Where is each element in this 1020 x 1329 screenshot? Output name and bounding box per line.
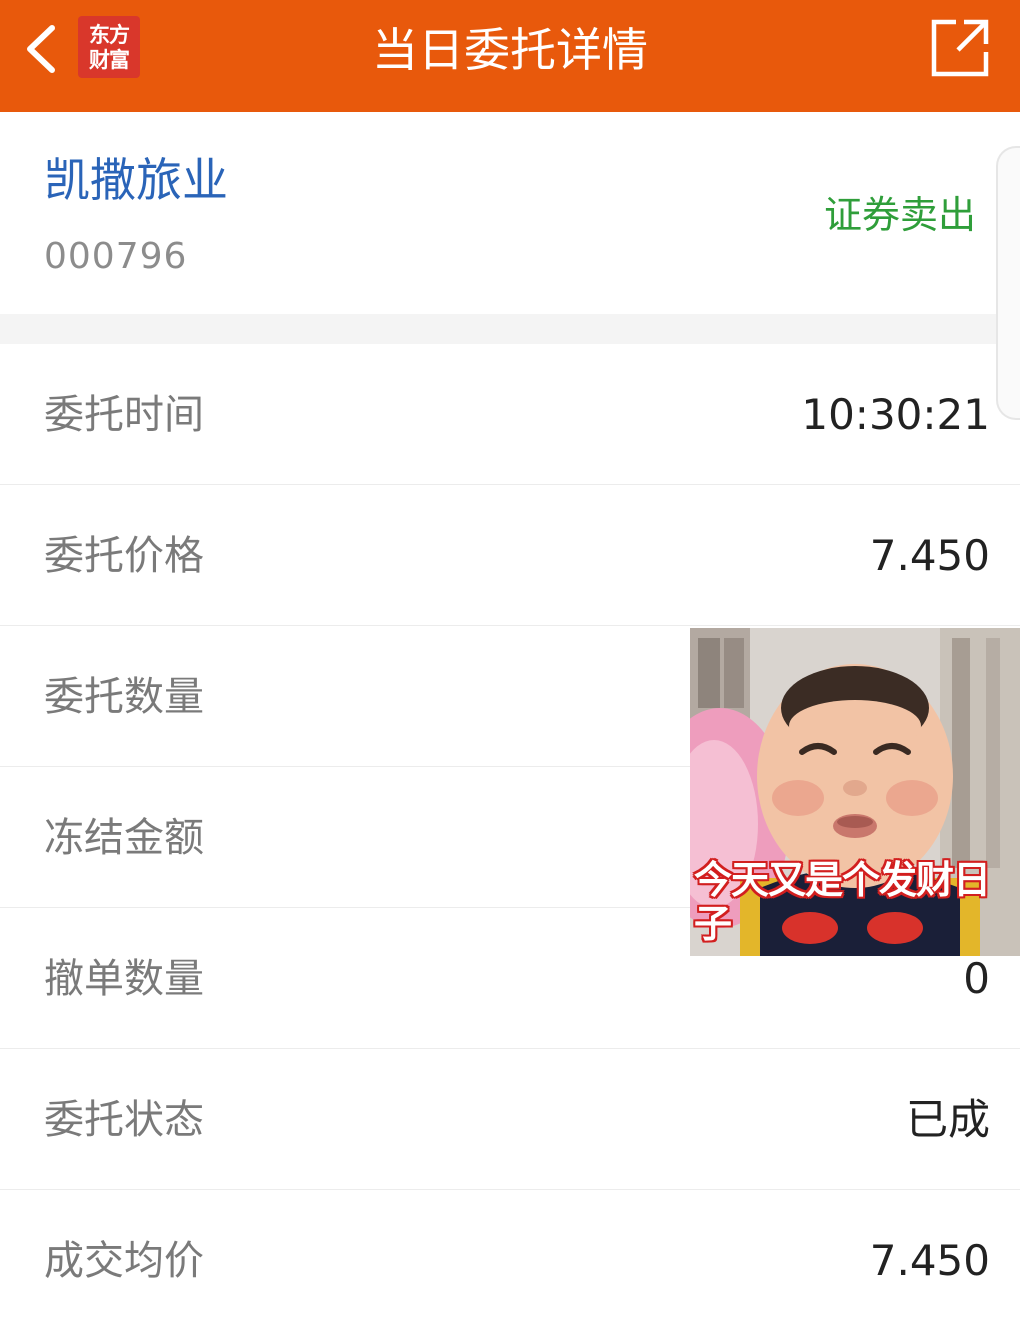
- page-title: 当日委托详情: [372, 23, 648, 77]
- detail-value: 已成: [905, 1095, 990, 1144]
- detail-row-avg-price: 成交均价 7.450: [0, 1190, 1020, 1329]
- detail-row-order-price: 委托价格 7.450: [0, 485, 1020, 626]
- stock-info-card: 凯撒旅业 000796 证券卖出: [0, 112, 1020, 314]
- detail-label: 成交均价: [44, 1238, 204, 1284]
- detail-label: 撤单数量: [44, 956, 204, 1002]
- detail-row-order-time: 委托时间 10:30:21: [0, 344, 1020, 485]
- section-divider: [0, 314, 1020, 344]
- detail-label: 委托数量: [44, 674, 204, 720]
- share-button[interactable]: [928, 16, 992, 80]
- detail-value: 0: [963, 954, 990, 1003]
- meme-caption: 今天又是个发财日子: [694, 858, 991, 946]
- meme-sticker-image: 今天又是个发财日子: [690, 628, 1020, 956]
- detail-value: 7.450: [869, 1236, 990, 1285]
- stock-name: 凯撒旅业: [44, 153, 228, 207]
- detail-value: 10:30:21: [801, 390, 990, 439]
- share-icon: [931, 19, 989, 77]
- detail-label: 委托价格: [44, 533, 204, 579]
- order-detail-page: 东方 财富 当日委托详情 凯撒旅业 000796 证券卖出 委托时间 10:30…: [0, 0, 1020, 1329]
- detail-value: 7.450: [869, 531, 990, 580]
- detail-label: 委托状态: [44, 1097, 204, 1143]
- stock-code: 000796: [44, 236, 188, 277]
- trade-type-label: 证券卖出: [823, 193, 976, 237]
- detail-label: 冻结金额: [44, 815, 204, 861]
- detail-row-order-status: 委托状态 已成: [0, 1049, 1020, 1190]
- header-bar: 东方 财富 当日委托详情: [0, 0, 1020, 112]
- detail-label: 委托时间: [44, 392, 204, 438]
